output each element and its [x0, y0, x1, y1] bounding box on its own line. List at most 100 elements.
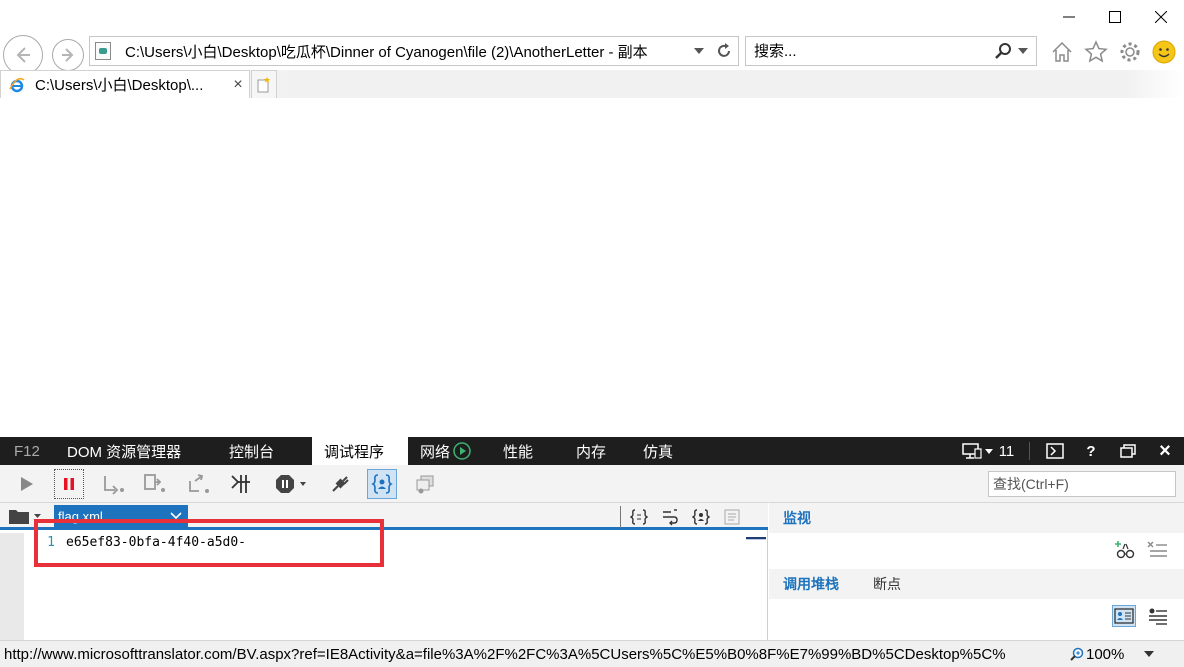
back-button[interactable] [3, 35, 43, 75]
tab-dom-explorer[interactable]: DOM 资源管理器 [54, 437, 216, 465]
tab-close-button[interactable]: × [227, 76, 249, 94]
folder-icon [9, 510, 29, 524]
zoom-icon [1070, 647, 1084, 661]
tab-network[interactable]: 网络 [408, 437, 494, 465]
file-tab-dropdown[interactable] [164, 512, 188, 520]
refresh-icon [718, 43, 730, 57]
step-over-icon [144, 474, 165, 492]
devtools-close-button[interactable]: × [1146, 437, 1184, 465]
tab-network-label: 网络 [420, 443, 451, 461]
tab-console[interactable]: 控制台 [216, 437, 312, 465]
developer-tools: F12 DOM 资源管理器 控制台 调试程序 网络 性能 内存 仿真 11 ? … [0, 437, 1184, 640]
tab-performance[interactable]: 性能 [494, 437, 569, 465]
delete-all-watches-button[interactable] [1146, 539, 1170, 561]
maximize-icon [1109, 11, 1121, 23]
watch-header: 监视 [769, 503, 1184, 533]
pretty-print-button[interactable] [623, 506, 654, 528]
search-box[interactable] [745, 36, 1037, 66]
star-icon [1084, 40, 1108, 63]
search-button[interactable] [986, 42, 1036, 60]
code-line[interactable]: 1 e65ef83-0bfa-4f40-a5d0- [24, 533, 246, 551]
page-favicon-icon [95, 42, 111, 60]
maximize-button[interactable] [1092, 0, 1138, 34]
show-frame-options-button[interactable] [1112, 605, 1136, 627]
browser-tab[interactable]: C:\Users\小白\Desktop\... × [0, 70, 250, 98]
source-map-file-button[interactable] [716, 506, 747, 528]
file-bar: flag.xml [0, 503, 768, 530]
callstack-actions [1112, 605, 1170, 627]
pretty-print-icon [630, 509, 648, 525]
callstack-header: 调用堆栈 断点 [769, 569, 1184, 599]
play-icon [21, 477, 33, 491]
close-window-button[interactable] [1138, 0, 1184, 34]
caret-down-icon [984, 448, 993, 454]
find-box[interactable] [988, 471, 1176, 497]
add-watch-button[interactable] [1114, 539, 1138, 561]
feedback-button[interactable] [1149, 37, 1179, 67]
watch-title[interactable]: 监视 [783, 508, 811, 528]
gear-icon [1120, 42, 1140, 62]
open-document-button[interactable] [8, 506, 44, 526]
divider [620, 506, 621, 528]
step-into-icon [104, 476, 124, 495]
caret-down-icon [1144, 651, 1155, 657]
document-mode-value: 11 [998, 442, 1015, 460]
smiley-icon [1152, 40, 1176, 64]
chevron-down-icon [170, 512, 182, 520]
just-my-code-file-button[interactable] [685, 506, 716, 528]
devtools-window-controls: 11 ? × [955, 437, 1184, 465]
minimize-icon [1063, 16, 1075, 18]
home-icon [1052, 41, 1072, 62]
just-my-code-button[interactable] [367, 469, 397, 499]
file-bar-actions [620, 506, 747, 528]
break-on-new-worker-button[interactable] [226, 469, 256, 499]
show-source-maps-button[interactable] [410, 469, 440, 499]
tab-strip: C:\Users\小白\Desktop\... × [0, 70, 1184, 98]
continue-button[interactable] [12, 469, 42, 499]
break-button[interactable] [54, 469, 84, 499]
minimize-button[interactable] [1046, 0, 1092, 34]
code-text: e65ef83-0bfa-4f40-a5d0- [66, 534, 247, 550]
search-input[interactable] [746, 42, 986, 60]
console-toggle-button[interactable] [1038, 437, 1072, 465]
document-mode-selector[interactable]: 11 [955, 437, 1021, 465]
exception-behavior-button[interactable] [272, 469, 312, 499]
tab-emulation[interactable]: 仿真 [643, 437, 713, 465]
find-input[interactable] [989, 476, 1175, 492]
step-over-button[interactable] [140, 469, 170, 499]
address-dropdown-button[interactable] [688, 48, 710, 54]
document-lines-icon [724, 509, 740, 525]
tools-button[interactable] [1115, 37, 1145, 67]
close-icon [1155, 11, 1167, 23]
status-url: http://www.microsofttranslator.com/BV.as… [4, 645, 1006, 663]
tab-debugger[interactable]: 调试程序 [312, 437, 408, 465]
arrow-right-icon [62, 48, 74, 62]
file-tab-flag-xml[interactable]: flag.xml [54, 505, 188, 527]
tab-memory[interactable]: 内存 [569, 437, 643, 465]
home-button[interactable] [1047, 37, 1077, 67]
forward-button[interactable] [52, 39, 84, 71]
watch-body [769, 533, 1184, 569]
undock-button[interactable] [1110, 437, 1146, 465]
caret-down-icon [34, 514, 41, 518]
source-pane: flag.xml 1 e65ef83-0bfa-4f40-a5d0- [0, 503, 768, 640]
address-text[interactable]: C:\Users\小白\Desktop\吃瓜杯\Dinner of Cyanog… [125, 41, 688, 62]
breakpoints-title[interactable]: 断点 [873, 574, 901, 594]
new-tab-icon [257, 76, 270, 92]
help-button[interactable]: ? [1072, 437, 1110, 465]
step-into-button[interactable] [99, 469, 129, 499]
step-out-button[interactable] [184, 469, 214, 499]
disconnect-debugger-button[interactable] [325, 469, 355, 499]
undock-icon [1120, 444, 1136, 458]
refresh-button[interactable] [710, 42, 738, 60]
line-number: 1 [47, 534, 55, 550]
new-tab-button[interactable] [251, 70, 277, 98]
callstack-title[interactable]: 调用堆栈 [783, 574, 839, 594]
word-wrap-button[interactable] [654, 506, 685, 528]
browser-action-icons [1047, 37, 1179, 67]
show-source-button[interactable] [1146, 605, 1170, 627]
favorites-button[interactable] [1081, 37, 1111, 67]
ie-logo-icon [9, 77, 25, 92]
address-bar[interactable]: C:\Users\小白\Desktop\吃瓜杯\Dinner of Cyanog… [89, 36, 739, 66]
zoom-control[interactable]: 100% [1070, 646, 1155, 663]
